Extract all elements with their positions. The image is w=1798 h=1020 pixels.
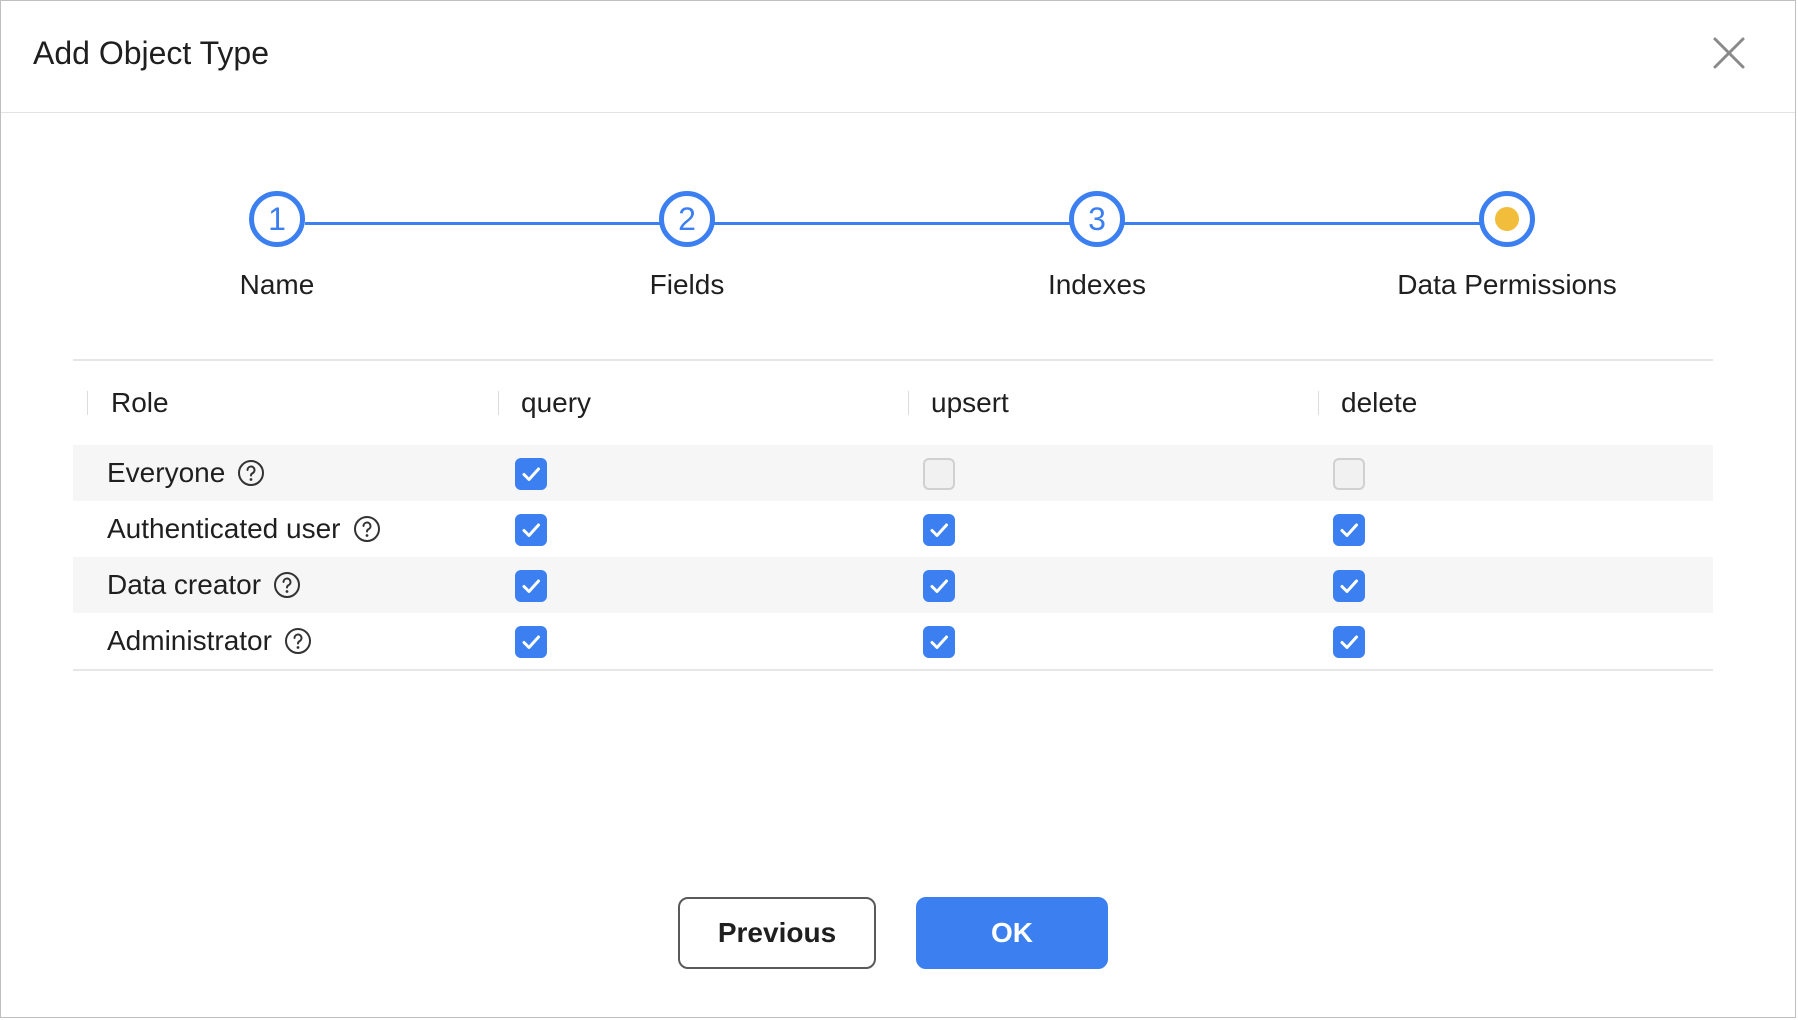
column-divider — [1318, 391, 1319, 415]
add-object-type-dialog: Add Object Type 1 Name 2 Fields 3 Indexe… — [0, 0, 1796, 1018]
upsert-checkbox[interactable] — [923, 626, 955, 658]
question-circle-icon[interactable] — [284, 627, 312, 655]
table-row: Data creator — [73, 557, 1713, 613]
check-icon — [925, 572, 953, 600]
question-circle-icon[interactable] — [353, 515, 381, 543]
column-divider — [87, 391, 88, 415]
role-label: Administrator — [107, 625, 272, 656]
column-header-delete: delete — [1341, 387, 1418, 418]
step-label: Name — [239, 269, 315, 300]
stepper: 1 Name 2 Fields 3 Indexes Data Permissio… — [1, 191, 1795, 321]
check-icon — [517, 628, 545, 656]
step-label: Data Permissions — [1397, 269, 1617, 300]
delete-checkbox[interactable] — [1333, 514, 1365, 546]
role-label: Authenticated user — [107, 513, 341, 544]
role-cell: Data creator — [107, 557, 301, 613]
column-header-query: query — [521, 387, 592, 418]
table-row: Everyone — [73, 445, 1713, 501]
previous-button[interactable]: Previous — [678, 897, 876, 969]
role-cell: Authenticated user — [107, 501, 381, 557]
column-header-upsert: upsert — [931, 387, 1009, 418]
step-data-permissions: Data Permissions — [1357, 191, 1657, 303]
upsert-checkbox[interactable] — [923, 514, 955, 546]
step-connector — [305, 222, 1505, 225]
step-number: 1 — [249, 191, 305, 247]
role-cell: Everyone — [107, 445, 265, 501]
table-header: Role query upsert delete — [73, 361, 1713, 445]
role-cell: Administrator — [107, 613, 312, 669]
check-icon — [1335, 572, 1363, 600]
column-divider — [498, 391, 499, 415]
permissions-table: Role query upsert delete Everyone Authent… — [73, 359, 1713, 671]
step-current-indicator — [1479, 191, 1535, 247]
query-checkbox[interactable] — [515, 458, 547, 490]
table-row: Authenticated user — [73, 501, 1713, 557]
check-icon — [925, 628, 953, 656]
query-checkbox[interactable] — [515, 626, 547, 658]
step-label: Indexes — [1047, 269, 1147, 300]
table-body: Everyone Authenticated user Data creator Ad… — [73, 445, 1713, 669]
query-checkbox[interactable] — [515, 514, 547, 546]
step-indexes: 3 Indexes — [947, 191, 1247, 303]
delete-checkbox[interactable] — [1333, 458, 1365, 490]
role-label: Everyone — [107, 457, 226, 488]
step-label: Fields — [649, 269, 725, 300]
step-number: 3 — [1069, 191, 1125, 247]
current-step-dot-icon — [1495, 207, 1519, 231]
delete-checkbox[interactable] — [1333, 626, 1365, 658]
dialog-title: Add Object Type — [33, 35, 269, 71]
query-checkbox[interactable] — [515, 570, 547, 602]
close-button[interactable] — [1711, 35, 1747, 71]
check-icon — [925, 516, 953, 544]
column-divider — [908, 391, 909, 415]
check-icon — [517, 460, 545, 488]
column-header-role: Role — [111, 387, 169, 418]
question-circle-icon[interactable] — [273, 571, 301, 599]
check-icon — [1335, 516, 1363, 544]
check-icon — [517, 516, 545, 544]
delete-checkbox[interactable] — [1333, 570, 1365, 602]
dialog-header: Add Object Type — [1, 1, 1795, 113]
step-number: 2 — [659, 191, 715, 247]
ok-button[interactable]: OK — [916, 897, 1108, 969]
question-circle-icon[interactable] — [237, 459, 265, 487]
upsert-checkbox[interactable] — [923, 458, 955, 490]
upsert-checkbox[interactable] — [923, 570, 955, 602]
close-icon — [1713, 37, 1745, 69]
role-label: Data creator — [107, 569, 262, 600]
step-name: 1 Name — [127, 191, 427, 303]
table-row: Administrator — [73, 613, 1713, 669]
check-icon — [1335, 628, 1363, 656]
check-icon — [517, 572, 545, 600]
step-fields: 2 Fields — [537, 191, 837, 303]
